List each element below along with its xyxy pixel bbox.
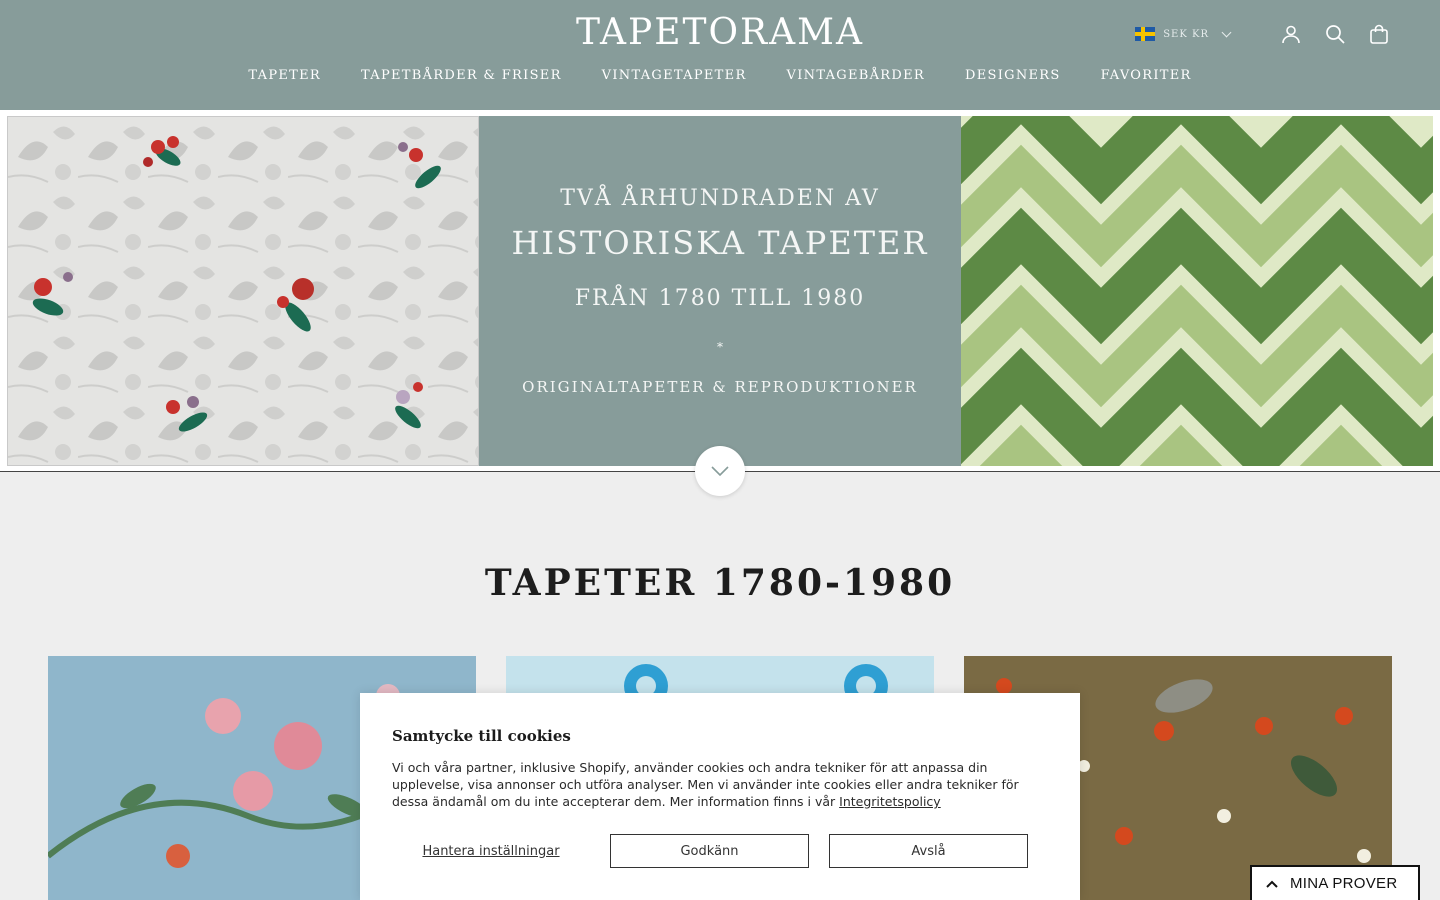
privacy-policy-link[interactable]: Integritetspolicy	[839, 794, 941, 809]
scroll-down-button[interactable]	[695, 446, 745, 496]
nav-item-vintagebarder[interactable]: VINTAGEBÅRDER	[787, 68, 925, 83]
accept-cookies-button[interactable]: Godkänn	[610, 834, 809, 868]
cookie-description: Vi och våra partner, inklusive Shopify, …	[392, 759, 1052, 810]
hero-line-3: FRÅN 1780 TILL 1980	[574, 286, 866, 311]
header-actions: SEK KR	[1135, 20, 1392, 48]
sweden-flag-icon	[1135, 27, 1156, 41]
currency-label: SEK KR	[1163, 28, 1209, 40]
floral-wallpaper-image	[7, 116, 479, 466]
geometric-wallpaper-image	[961, 116, 1433, 466]
chevron-down-icon	[711, 466, 729, 476]
hero-text-panel: TVÅ ÅRHUNDRADEN AV HISTORISKA TAPETER FR…	[479, 116, 961, 466]
hero-line-1: TVÅ ÅRHUNDRADEN AV	[560, 186, 880, 211]
nav-item-vintagetapeter[interactable]: VINTAGETAPETER	[602, 68, 747, 83]
main-nav: TAPETER TAPETBÅRDER & FRISER VINTAGETAPE…	[0, 68, 1440, 83]
account-icon[interactable]	[1278, 21, 1304, 47]
section-title: TAPETER 1780-1980	[484, 562, 956, 604]
cookie-title: Samtycke till cookies	[392, 727, 571, 745]
reject-cookies-button[interactable]: Avslå	[829, 834, 1028, 868]
currency-selector[interactable]: SEK KR	[1135, 27, 1232, 41]
samples-label: MINA PROVER	[1290, 875, 1398, 892]
hero-headline: HISTORISKA TAPETER	[511, 224, 929, 262]
hero-banner: TVÅ ÅRHUNDRADEN AV HISTORISKA TAPETER FR…	[0, 110, 1440, 472]
my-samples-button[interactable]: MINA PROVER	[1250, 865, 1420, 900]
nav-item-favoriter[interactable]: FAVORITER	[1101, 68, 1192, 83]
hero-separator: *	[717, 340, 723, 354]
manage-settings-button[interactable]: Hantera inställningar	[392, 834, 590, 868]
chevron-up-icon	[1266, 880, 1278, 888]
nav-item-designers[interactable]: DESIGNERS	[965, 68, 1061, 83]
chevron-down-icon	[1221, 27, 1232, 37]
cookie-consent-banner: Samtycke till cookies Vi och våra partne…	[360, 693, 1080, 900]
cart-icon[interactable]	[1366, 21, 1392, 47]
site-header: TAPETORAMA SEK KR TAPETER TAPETBÅRDER & …	[0, 0, 1440, 110]
nav-item-tapetbarder[interactable]: TAPETBÅRDER & FRISER	[361, 68, 562, 83]
hero-tagline: ORIGINALTAPETER & REPRODUKTIONER	[522, 378, 918, 396]
search-icon[interactable]	[1322, 21, 1348, 47]
nav-item-tapeter[interactable]: TAPETER	[248, 68, 321, 83]
